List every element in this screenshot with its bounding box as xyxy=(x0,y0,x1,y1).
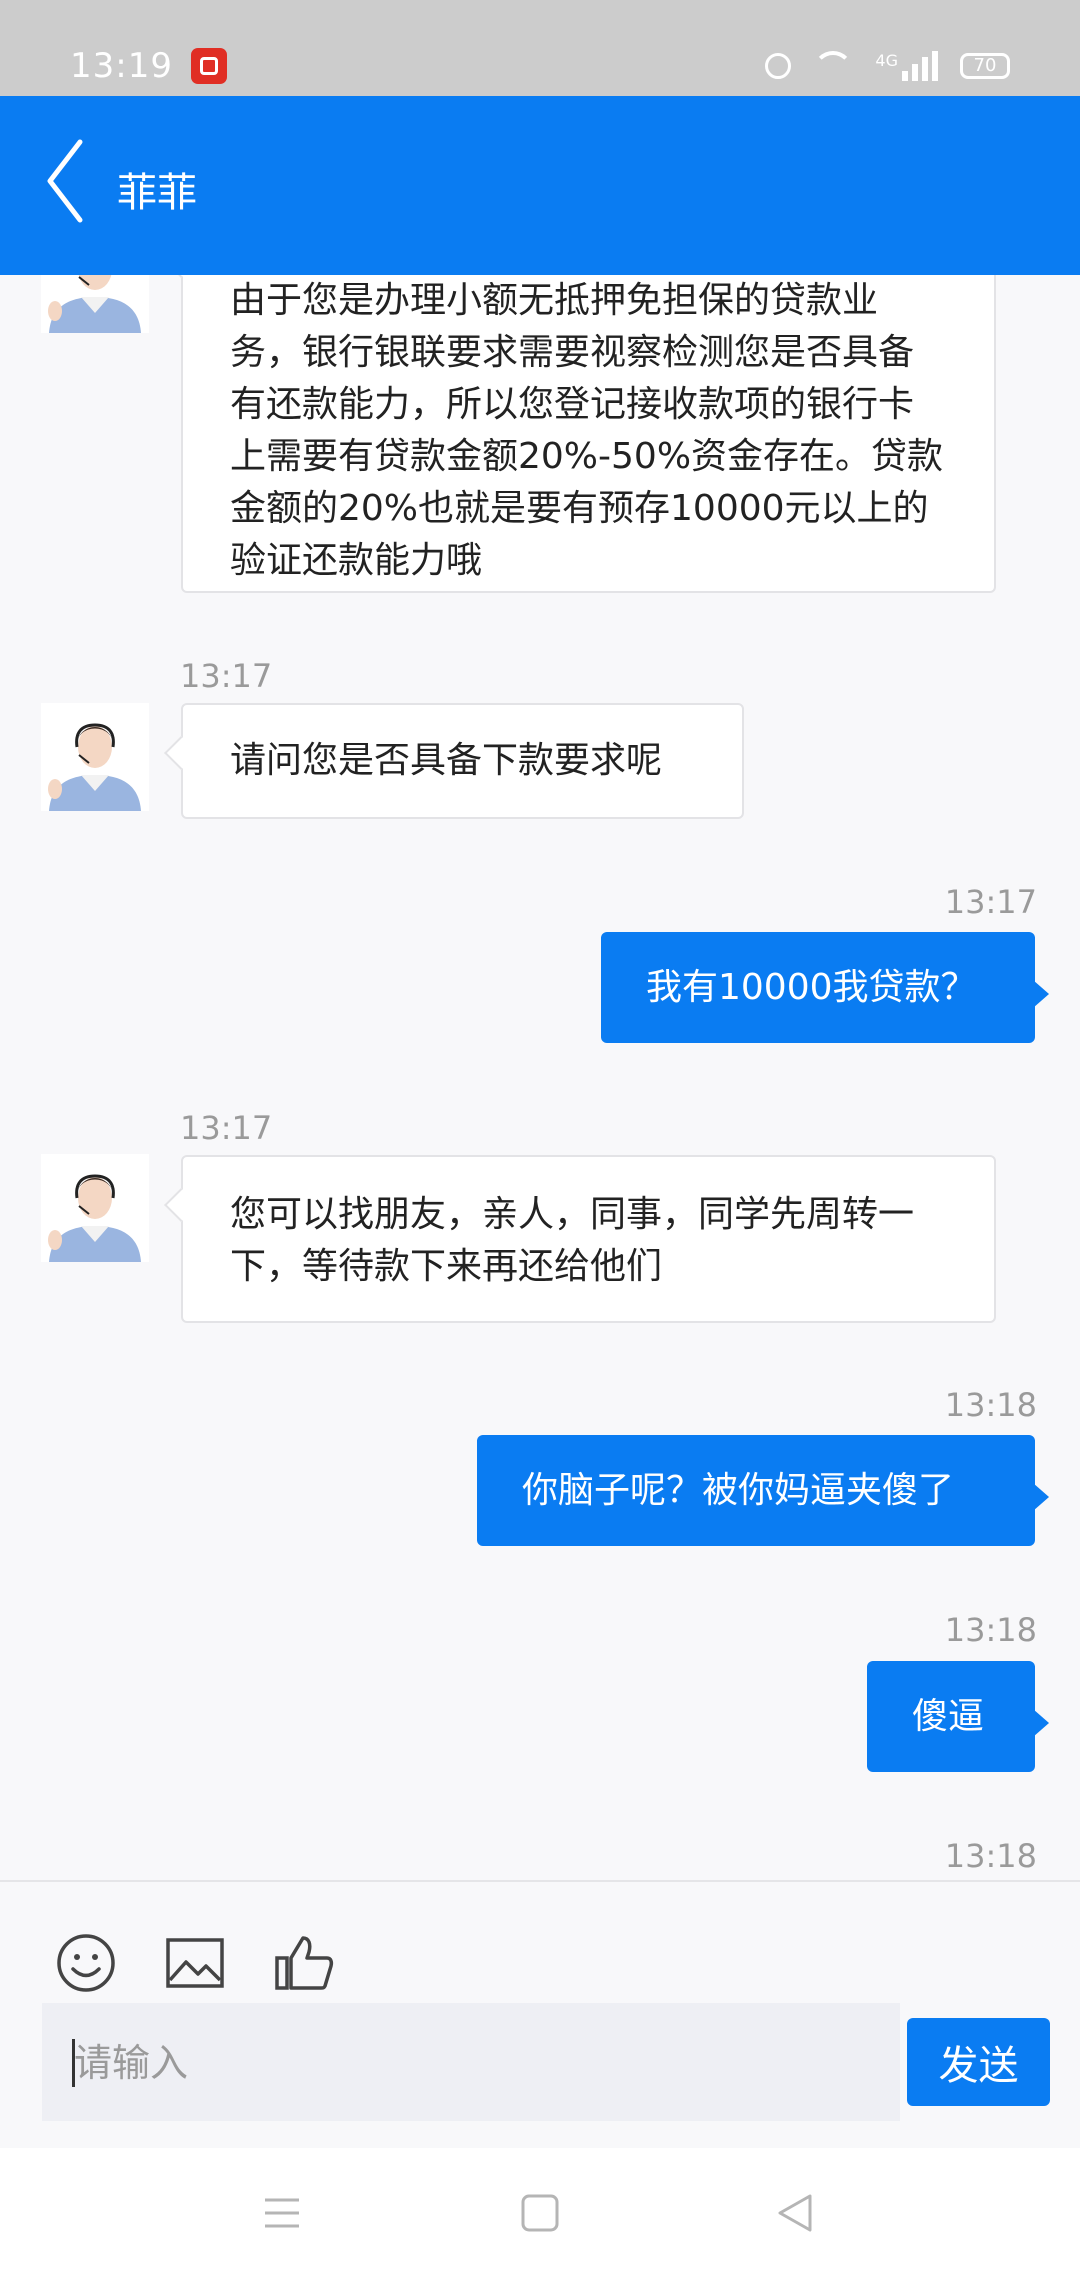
message-timestamp: 13:18 xyxy=(944,1386,1037,1424)
message-list[interactable]: 由于您是办理小额无抵押免担保的贷款业务，银行银联要求需要视察检测您是否具备有还款… xyxy=(0,275,1080,1880)
contact-name: 菲菲 xyxy=(117,170,197,216)
message-text: 你脑子呢？被你妈逼夹傻了 xyxy=(522,1469,955,1511)
agent-avatar-image xyxy=(41,275,149,333)
wifi-icon xyxy=(813,51,854,81)
battery-icon: 70 xyxy=(960,53,1010,79)
alarm-icon xyxy=(765,53,792,79)
message-bubble-outgoing[interactable]: 傻逼 xyxy=(867,1661,1049,1772)
message-text: 请问您是否具备下款要求呢 xyxy=(230,740,663,781)
status-bar: 13:19 4G 70 xyxy=(0,0,1080,96)
agent-avatar[interactable] xyxy=(41,1154,149,1262)
network-type: 4G xyxy=(875,51,898,70)
agent-avatar-image xyxy=(41,703,149,811)
message-bubble-incoming[interactable]: 由于您是办理小额无抵押免担保的贷款业务，银行银联要求需要视察检测您是否具备有还款… xyxy=(181,275,996,593)
composer-toolbar: 发送 xyxy=(0,1880,1080,2148)
agent-avatar-image xyxy=(41,1154,149,1262)
message-timestamp: 13:17 xyxy=(180,657,273,695)
message-bubble-incoming[interactable]: 您可以找朋友，亲人，同事，同学先周转一下，等待款下来再还给他们 xyxy=(181,1155,996,1323)
message-text: 由于您是办理小额无抵押免担保的贷款业务，银行银联要求需要视察检测您是否具备有还款… xyxy=(230,280,944,581)
agent-avatar[interactable] xyxy=(41,275,149,333)
message-bubble-outgoing[interactable]: 你脑子呢？被你妈逼夹傻了 xyxy=(477,1435,1049,1546)
message-bubble-incoming[interactable]: 请问您是否具备下款要求呢 xyxy=(181,703,744,819)
message-bubble-outgoing[interactable]: 我有10000我贷款？ xyxy=(601,932,1049,1043)
message-text: 我有10000我贷款？ xyxy=(646,966,977,1008)
message-timestamp: 13:17 xyxy=(944,883,1037,921)
message-input[interactable] xyxy=(72,2003,876,2123)
chat-header: 菲菲 xyxy=(0,96,1080,275)
agent-avatar[interactable] xyxy=(41,703,149,811)
send-button[interactable]: 发送 xyxy=(907,2018,1050,2106)
app-notification-icon xyxy=(191,48,227,84)
back-icon[interactable] xyxy=(770,2188,820,2238)
message-timestamp: 13:17 xyxy=(180,1109,273,1147)
back-arrow-icon[interactable] xyxy=(40,136,100,226)
home-icon[interactable] xyxy=(515,2188,565,2238)
menu-icon[interactable] xyxy=(257,2188,307,2238)
message-timestamp: 13:18 xyxy=(944,1611,1037,1649)
image-icon[interactable] xyxy=(164,1932,226,1994)
message-text: 傻逼 xyxy=(912,1695,985,1737)
signal-icon: 4G xyxy=(875,51,938,81)
status-time: 13:19 xyxy=(70,46,173,86)
thumbs-up-icon[interactable] xyxy=(273,1932,335,1994)
status-icons: 4G 70 xyxy=(765,46,1010,86)
message-timestamp: 13:18 xyxy=(944,1837,1037,1875)
emoji-icon[interactable] xyxy=(55,1932,117,1994)
system-navigation-bar xyxy=(0,2148,1080,2280)
text-caret xyxy=(72,2039,75,2087)
message-input-wrap xyxy=(42,2003,900,2123)
message-text: 您可以找朋友，亲人，同事，同学先周转一下，等待款下来再还给他们 xyxy=(230,1194,915,1287)
